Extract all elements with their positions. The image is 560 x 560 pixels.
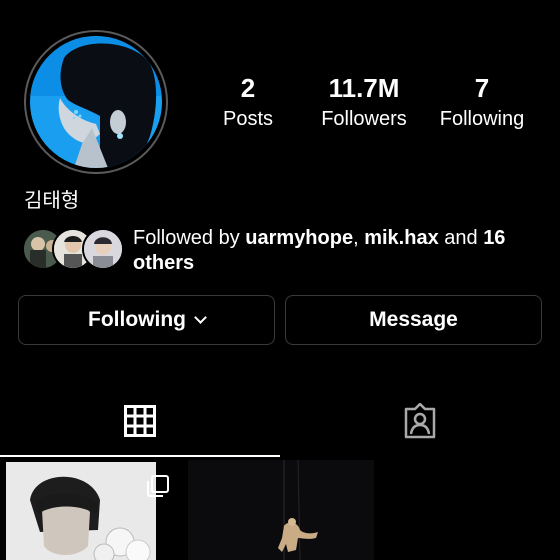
profile-tabs: [0, 385, 560, 457]
multiple-photos-icon: [147, 475, 169, 497]
profile-name: 김태형: [24, 190, 80, 212]
followers-count: 11.7M: [328, 73, 400, 103]
profile-photo: [30, 36, 162, 168]
post-thumbnail-empty: [376, 460, 560, 560]
following-button-label: Following: [88, 308, 186, 331]
following-label: Following: [439, 108, 525, 130]
posts-count: 2: [240, 73, 256, 103]
followed-by-text[interactable]: Followed by uarmyhope, mik.hax and 16 ot…: [133, 226, 533, 276]
active-tab-indicator: [0, 455, 280, 457]
followed-by-user-1: uarmyhope: [245, 227, 354, 249]
posts-stat[interactable]: 2 Posts: [188, 72, 308, 132]
follower-avatar: [82, 228, 124, 270]
tagged-person-icon: [404, 403, 436, 439]
grid-icon: [124, 405, 156, 437]
chevron-down-icon: [194, 310, 207, 324]
post-thumbnail[interactable]: [0, 460, 186, 560]
message-button-label: Message: [369, 308, 458, 331]
tab-posts-grid[interactable]: [0, 385, 280, 457]
following-button[interactable]: Following: [18, 295, 275, 345]
followed-by-and: and: [438, 227, 484, 249]
followed-by-separator: ,: [353, 227, 365, 249]
profile-avatar[interactable]: [30, 36, 162, 168]
following-count: 7: [474, 73, 490, 103]
posts-label: Posts: [222, 108, 274, 130]
followers-stat[interactable]: 11.7M Followers: [304, 72, 424, 132]
message-button[interactable]: Message: [285, 295, 542, 345]
followers-label: Followers: [321, 108, 407, 130]
followed-by-user-2: mik.hax: [364, 227, 439, 249]
followed-by-avatars[interactable]: [22, 228, 124, 270]
following-stat[interactable]: 7 Following: [422, 72, 542, 132]
posts-grid: [0, 460, 560, 560]
post-thumbnail[interactable]: [188, 460, 374, 560]
tab-tagged[interactable]: [280, 385, 560, 457]
followed-by-prefix: Followed by: [133, 227, 246, 249]
